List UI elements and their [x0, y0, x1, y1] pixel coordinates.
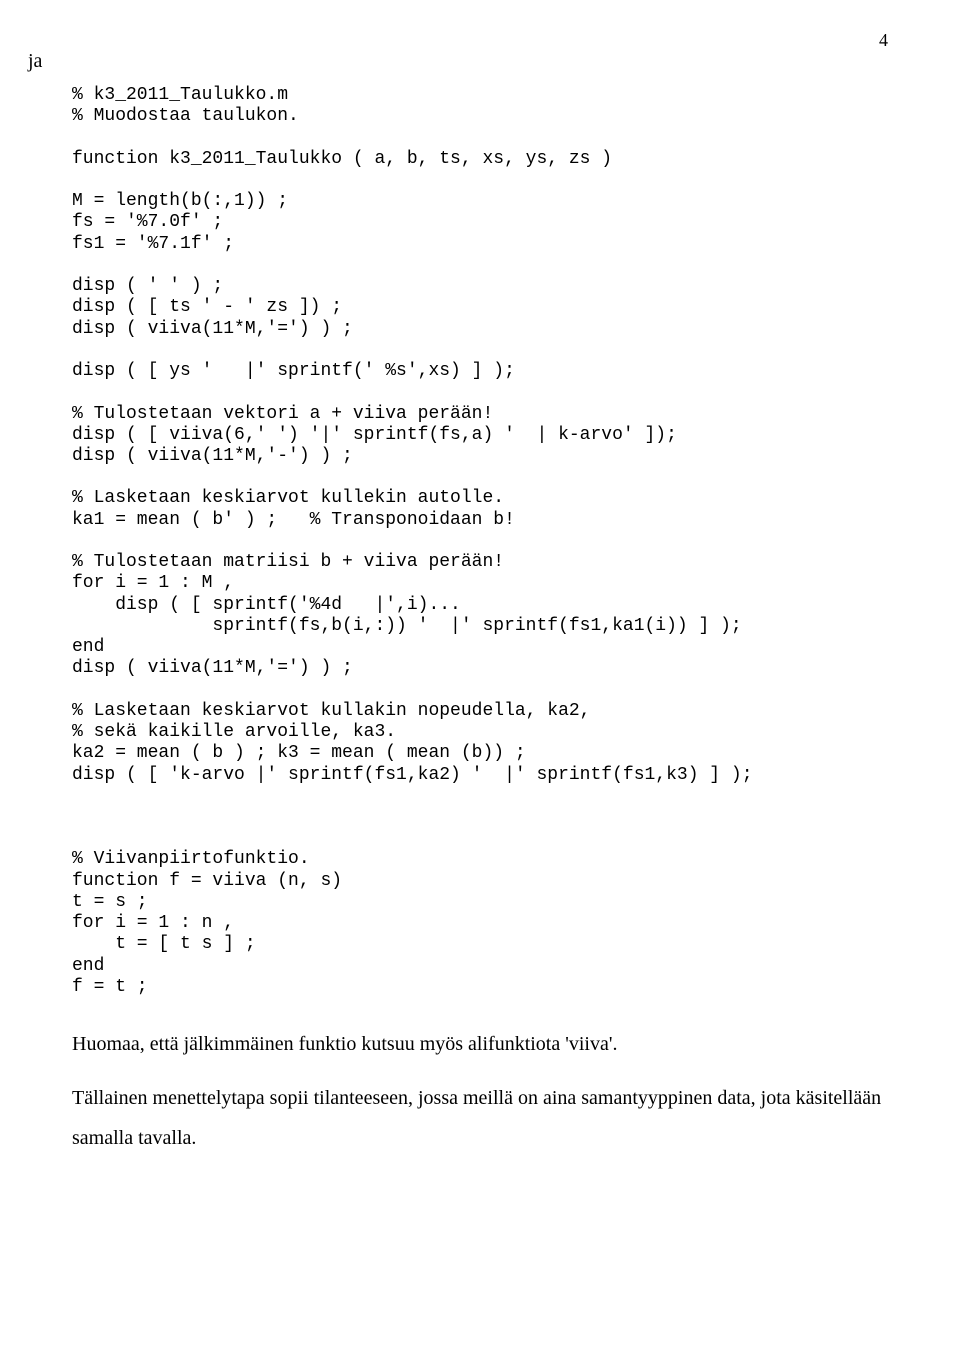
section-marker: ja [28, 50, 888, 73]
code-block: % k3_2011_Taulukko.m % Muodostaa tauluko… [72, 85, 888, 998]
paragraph-1: Huomaa, että jälkimmäinen funktio kutsuu… [72, 1024, 888, 1064]
page-number: 4 [879, 30, 888, 51]
page: 4 ja % k3_2011_Taulukko.m % Muodostaa ta… [0, 0, 960, 1232]
paragraph-2: Tällainen menettelytapa sopii tilanteese… [72, 1078, 888, 1158]
